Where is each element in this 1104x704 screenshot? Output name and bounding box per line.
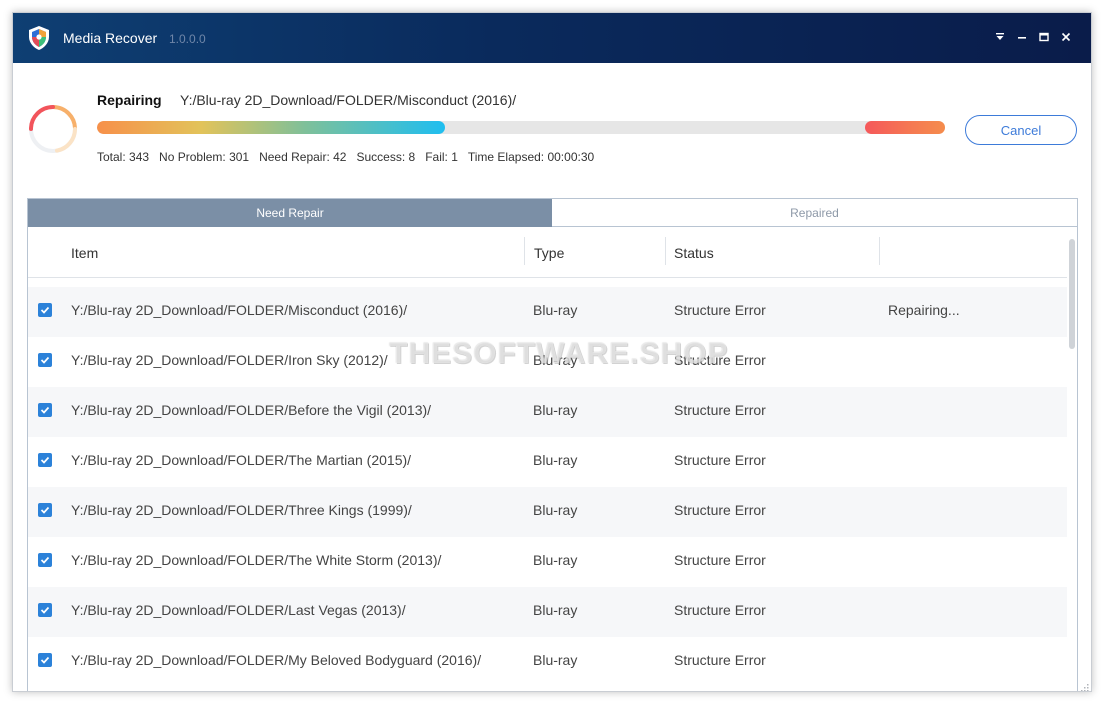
cancel-button[interactable]: Cancel <box>965 115 1077 145</box>
row-checkbox[interactable] <box>38 403 52 417</box>
row-item-path: Y:/Blu-ray 2D_Download/FOLDER/The Martia… <box>71 452 412 468</box>
resize-grip-icon[interactable] <box>1079 679 1089 691</box>
column-divider[interactable] <box>524 237 525 265</box>
table-row[interactable]: Y:/Blu-ray 2D_Download/FOLDER/Three King… <box>28 487 1068 537</box>
row-checkbox[interactable] <box>38 453 52 467</box>
table-body: Y:/Blu-ray 2D_Download/FOLDER/Misconduct… <box>28 287 1068 687</box>
row-item-path: Y:/Blu-ray 2D_Download/FOLDER/The White … <box>71 552 442 568</box>
row-type: Blu-ray <box>533 402 578 418</box>
row-status: Structure Error <box>674 502 766 518</box>
row-checkbox[interactable] <box>38 653 52 667</box>
stat-need-repair: Need Repair: 42 <box>259 150 347 164</box>
row-type: Blu-ray <box>533 602 578 618</box>
row-status: Structure Error <box>674 452 766 468</box>
title-bar[interactable]: Media Recover 1.0.0.0 <box>13 13 1091 63</box>
row-repair-progress: Repairing... <box>888 302 960 318</box>
scrollbar-thumb[interactable] <box>1069 239 1075 349</box>
table-row[interactable]: Y:/Blu-ray 2D_Download/FOLDER/The White … <box>28 537 1068 587</box>
stat-time-elapsed: Time Elapsed: 00:00:30 <box>467 150 595 164</box>
stat-fail: Fail: 1 <box>425 150 458 164</box>
row-status: Structure Error <box>674 352 766 368</box>
table-row[interactable]: Y:/Blu-ray 2D_Download/FOLDER/Last Vegas… <box>28 587 1068 637</box>
maximize-button[interactable] <box>1033 29 1055 47</box>
row-type: Blu-ray <box>533 302 578 318</box>
minimize-icon <box>1017 29 1027 47</box>
dropdown-menu-icon <box>995 29 1005 47</box>
row-type: Blu-ray <box>533 552 578 568</box>
table-row[interactable]: Y:/Blu-ray 2D_Download/FOLDER/My Beloved… <box>28 637 1068 687</box>
row-status: Structure Error <box>674 552 766 568</box>
dropdown-menu-button[interactable] <box>989 29 1011 47</box>
repair-stats: Total: 343 No Problem: 301 Need Repair: … <box>97 150 594 164</box>
repair-progress-bar <box>97 121 945 134</box>
row-item-path: Y:/Blu-ray 2D_Download/FOLDER/Before the… <box>71 402 432 418</box>
table-header: Item Type Status <box>28 227 1068 278</box>
loading-spinner-icon <box>27 103 79 155</box>
tab-need-repair[interactable]: Need Repair <box>28 199 552 227</box>
column-header-type[interactable]: Type <box>534 245 564 261</box>
row-item-path: Y:/Blu-ray 2D_Download/FOLDER/My Beloved… <box>71 652 482 668</box>
vertical-scrollbar[interactable] <box>1067 227 1077 691</box>
row-checkbox[interactable] <box>38 353 52 367</box>
row-item-path: Y:/Blu-ray 2D_Download/FOLDER/Misconduct… <box>71 302 408 318</box>
app-title: Media Recover <box>63 30 158 46</box>
tab-bar: Need Repair Repaired <box>28 199 1077 227</box>
row-checkbox[interactable] <box>38 503 52 517</box>
row-checkbox[interactable] <box>38 603 52 617</box>
stat-success: Success: 8 <box>356 150 416 164</box>
app-window: Media Recover 1.0.0.0 Repairing Y:/Blu-r… <box>12 12 1092 692</box>
tab-repaired[interactable]: Repaired <box>552 199 1077 227</box>
row-checkbox[interactable] <box>38 303 52 317</box>
row-type: Blu-ray <box>533 652 578 668</box>
row-type: Blu-ray <box>533 502 578 518</box>
row-type: Blu-ray <box>533 352 578 368</box>
stat-total: Total: 343 <box>97 150 150 164</box>
row-status: Structure Error <box>674 302 766 318</box>
stat-no-problem: No Problem: 301 <box>159 150 250 164</box>
table-row[interactable]: Y:/Blu-ray 2D_Download/FOLDER/Misconduct… <box>28 287 1068 337</box>
progress-fill <box>97 121 445 134</box>
minimize-button[interactable] <box>1011 29 1033 47</box>
maximize-icon <box>1039 29 1049 47</box>
row-checkbox[interactable] <box>38 553 52 567</box>
results-panel: Need Repair Repaired Item Type Status Y:… <box>27 198 1078 691</box>
column-divider[interactable] <box>665 237 666 265</box>
row-item-path: Y:/Blu-ray 2D_Download/FOLDER/Iron Sky (… <box>71 352 388 368</box>
row-item-path: Y:/Blu-ray 2D_Download/FOLDER/Last Vegas… <box>71 602 406 618</box>
progress-tail-indicator <box>865 121 945 134</box>
column-divider[interactable] <box>879 237 880 265</box>
row-status: Structure Error <box>674 402 766 418</box>
table-row[interactable]: Y:/Blu-ray 2D_Download/FOLDER/The Martia… <box>28 437 1068 487</box>
repair-status-label: Repairing <box>97 92 162 108</box>
shield-logo-icon <box>27 25 51 51</box>
close-icon <box>1061 29 1071 47</box>
row-type: Blu-ray <box>533 452 578 468</box>
app-version: 1.0.0.0 <box>169 32 206 46</box>
column-header-item[interactable]: Item <box>71 245 98 261</box>
row-item-path: Y:/Blu-ray 2D_Download/FOLDER/Three King… <box>71 502 412 518</box>
repair-current-path: Y:/Blu-ray 2D_Download/FOLDER/Misconduct… <box>180 92 517 108</box>
close-button[interactable] <box>1055 29 1077 47</box>
window-controls <box>989 29 1077 47</box>
table-row[interactable]: Y:/Blu-ray 2D_Download/FOLDER/Iron Sky (… <box>28 337 1068 387</box>
row-status: Structure Error <box>674 652 766 668</box>
table-row[interactable]: Y:/Blu-ray 2D_Download/FOLDER/Before the… <box>28 387 1068 437</box>
column-header-status[interactable]: Status <box>674 245 714 261</box>
row-status: Structure Error <box>674 602 766 618</box>
